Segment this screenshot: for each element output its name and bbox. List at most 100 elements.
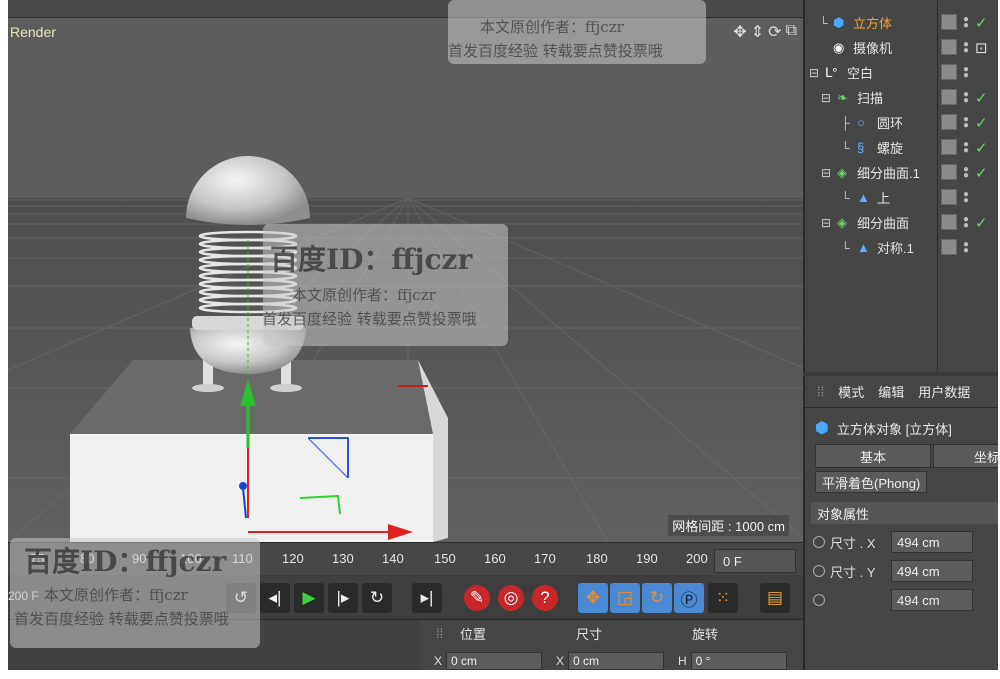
position-x-field[interactable]: 0 cm xyxy=(446,652,543,670)
object-row-camera[interactable]: ◉ 摄像机 ● ● ⊡ xyxy=(805,35,998,60)
step-forward-icon: |▸ xyxy=(336,588,350,607)
menu-mode[interactable]: 模式 xyxy=(838,382,864,401)
symmetry-icon: ▲ xyxy=(857,190,870,205)
tick-label: 200 xyxy=(686,551,708,566)
tick-label: 130 xyxy=(332,551,354,566)
header-size: 尺寸 xyxy=(576,626,603,642)
tick-label: 90 xyxy=(132,551,147,566)
phong-tab[interactable]: 平滑着色(Phong) xyxy=(815,471,928,493)
go-to-end-button[interactable]: ▸| xyxy=(412,583,442,613)
animate-radio[interactable] xyxy=(813,594,825,606)
cube-front-face xyxy=(70,434,433,542)
move-icon: ✥ xyxy=(585,588,601,607)
scale-tool-button[interactable]: ◲ xyxy=(610,583,640,613)
animate-radio[interactable] xyxy=(813,565,825,577)
object-row-cube[interactable]: └ ⬢ 立方体 ● ● ✓ xyxy=(805,10,998,35)
subdivision-icon: ◈ xyxy=(837,214,847,230)
tick-label: 120 xyxy=(282,551,304,566)
camera-icon: ◉ xyxy=(833,39,845,55)
dots-grid-icon: ⁙ xyxy=(715,588,731,607)
point-level-button[interactable]: ⁙ xyxy=(708,583,738,613)
object-row-subdivision[interactable]: ⊟ ◈ 细分曲面 ● ● ✓ xyxy=(805,210,998,235)
c4d-window: Render ✥ ⇕ ⟳ ⧉ 网格间距 : 1000 cm └ ⬢ 立方体 ● ●… xyxy=(8,0,998,670)
check-icon[interactable]: ✓ xyxy=(975,214,988,232)
maximize-icon[interactable]: ⧉ xyxy=(786,22,797,42)
loop-back-icon: ↺ xyxy=(233,588,249,607)
rotate-icon: ↻ xyxy=(649,588,665,607)
scale-icon: ◲ xyxy=(616,588,634,607)
rotate-view-icon[interactable]: ⟳ xyxy=(768,22,781,42)
parameter-button[interactable]: Ⓟ xyxy=(674,583,704,613)
helix-icon: § xyxy=(857,140,865,155)
go-to-start-button[interactable]: ↺ xyxy=(226,583,256,613)
check-icon[interactable]: ✓ xyxy=(975,14,988,32)
dolly-icon[interactable]: ⇕ xyxy=(751,22,764,42)
film-strip-button[interactable]: ▤ xyxy=(760,583,790,613)
object-label: 上 xyxy=(877,191,891,206)
check-icon[interactable]: ✓ xyxy=(975,114,988,132)
object-label: 对称.1 xyxy=(877,241,914,256)
object-row-helix[interactable]: └ § 螺旋 ● ● ✓ xyxy=(805,135,998,160)
animate-radio[interactable] xyxy=(813,536,825,548)
camera-target-icon[interactable]: ⊡ xyxy=(975,39,988,57)
object-label: 螺旋 xyxy=(877,141,904,156)
object-label: 细分曲面 xyxy=(857,216,910,231)
menu-edit[interactable]: 编辑 xyxy=(878,382,904,401)
rotation-h-field[interactable]: 0 ° xyxy=(690,652,787,670)
tab-basic[interactable]: 基本 xyxy=(815,444,931,468)
sweep-icon: ❧ xyxy=(837,89,848,105)
tick-label: 75 xyxy=(30,551,45,566)
tab-coordinates[interactable]: 坐标 xyxy=(933,444,998,468)
tick-label: 150 xyxy=(434,551,456,566)
tick-label: 140 xyxy=(382,551,404,566)
prev-key-button[interactable]: ◂| xyxy=(260,583,290,613)
check-icon[interactable]: ✓ xyxy=(975,89,988,107)
move-tool-button[interactable]: ✥ xyxy=(578,583,608,613)
header-position: 位置 xyxy=(460,626,487,642)
object-row-symmetry-1[interactable]: └ ▲ 对称.1 ● ● xyxy=(805,235,998,260)
size-z-row: 494 cm xyxy=(813,588,998,612)
viewport-nav-icons: ✥ ⇕ ⟳ ⧉ xyxy=(733,22,797,42)
menu-user-data[interactable]: 用户数据 xyxy=(918,382,970,401)
object-row-null[interactable]: ⊟ ᒪ° 空白 ● ● xyxy=(805,60,998,85)
cube-icon: ⬢ xyxy=(815,420,829,437)
object-row-sweep[interactable]: ⊟ ❧ 扫描 ● ● ✓ xyxy=(805,85,998,110)
auto-key-button[interactable]: ◎ xyxy=(498,585,524,611)
current-frame-field[interactable]: 0 F xyxy=(714,549,796,573)
timeline-ruler[interactable]: 75 80 90 100 110 120 130 140 150 160 170… xyxy=(8,542,803,575)
header-rotation: 旋转 xyxy=(692,626,719,642)
3d-viewport[interactable]: Render ✥ ⇕ ⟳ ⧉ 网格间距 : 1000 cm xyxy=(8,18,803,542)
check-icon[interactable]: ✓ xyxy=(975,139,988,157)
check-icon[interactable]: ✓ xyxy=(975,164,988,182)
move-icon[interactable]: ✥ xyxy=(733,22,746,42)
tick-label: 160 xyxy=(484,551,506,566)
attribute-manager: ⁞⁞ 模式 编辑 用户数据 ⬢ 立方体对象 [立方体] 基本 坐标 平滑着色(P… xyxy=(803,376,998,670)
object-row-subdivision-1[interactable]: ⊟ ◈ 细分曲面.1 ● ● ✓ xyxy=(805,160,998,185)
size-y-row: 尺寸 . Y 494 cm xyxy=(813,559,998,583)
size-x-field[interactable]: 494 cm xyxy=(891,531,973,553)
circle-icon: ○ xyxy=(857,115,865,130)
object-label: 圆环 xyxy=(877,116,904,131)
grip-icon: ⁞⁞ xyxy=(436,625,444,641)
auto-key-icon: ◎ xyxy=(503,588,519,607)
record-button[interactable]: ✎ xyxy=(464,585,490,611)
next-key-button[interactable]: |▸ xyxy=(328,583,358,613)
object-label: 扫描 xyxy=(857,91,884,106)
object-row-top[interactable]: └ ▲ 上 ● ● xyxy=(805,185,998,210)
rotate-tool-button[interactable]: ↻ xyxy=(642,583,672,613)
object-label: 立方体 xyxy=(853,16,893,31)
key-help-button[interactable]: ? xyxy=(532,585,558,611)
transport-controls: 200 F ↺ ◂| ▶ |▸ ↻ ▸| ✎ ◎ ? ✥ ◲ ↻ Ⓟ ⁙ ▤ xyxy=(8,575,803,619)
object-properties-header: 对象属性 xyxy=(811,502,998,524)
object-manager: └ ⬢ 立方体 ● ● ✓ ◉ 摄像机 ● ● ⊡ ⊟ ᒪ° 空白 ● ● ⊟ ❧ 扫描 … xyxy=(803,0,998,372)
play-button[interactable]: ▶ xyxy=(294,583,324,613)
step-back-icon: ◂| xyxy=(268,588,282,607)
coord-size-x-field[interactable]: 0 cm xyxy=(568,652,665,670)
top-toolbar-strip xyxy=(8,0,803,18)
cube-icon: ⬢ xyxy=(833,14,845,30)
loop-button[interactable]: ↻ xyxy=(362,583,392,613)
size-z-field[interactable]: 494 cm xyxy=(891,589,973,611)
object-row-circle[interactable]: ├ ○ 圆环 ● ● ✓ xyxy=(805,110,998,135)
size-y-field[interactable]: 494 cm xyxy=(891,560,973,582)
object-label: 空白 xyxy=(847,66,874,81)
